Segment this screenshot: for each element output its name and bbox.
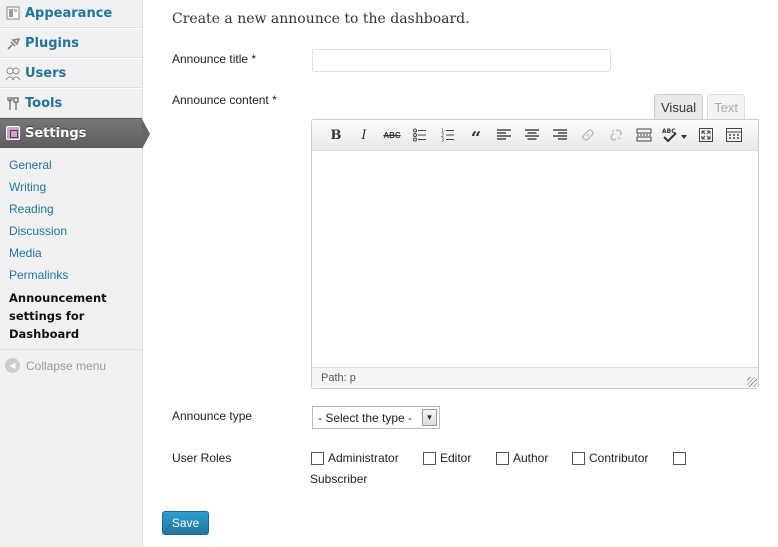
numbered-list-icon[interactable]: 123 [434,124,462,146]
menu-item-users[interactable]: Users [0,58,142,88]
editor-path-bar: Path: p [312,367,758,388]
svg-text:3: 3 [441,138,444,143]
settings-submenu: General Writing Reading Discussion Media… [0,148,142,350]
role-label: Administrator [328,451,399,465]
collapse-menu-button[interactable]: ◀ Collapse menu [0,350,142,381]
submenu-item-general[interactable]: General [9,154,142,176]
admin-sidebar: Appearance Plugins Users Tools Settings … [0,0,150,547]
checkbox[interactable] [311,451,324,465]
menu-label: Settings [25,125,87,141]
announce-title-label: Announce title * [172,52,257,66]
announce-title-input[interactable] [312,49,611,72]
submenu-item-reading[interactable]: Reading [9,198,142,220]
menu-item-plugins[interactable]: Plugins [0,28,142,58]
collapse-arrow-icon: ◀ [5,358,20,373]
checkbox[interactable] [423,451,436,465]
checkbox[interactable] [673,452,686,465]
role-label: Editor [440,451,472,465]
rich-text-editor: B I ABC 123 “ ABC Path: p [311,119,759,389]
collapse-menu-label: Collapse menu [26,358,107,373]
announce-type-selected: - Select the type - [318,410,413,425]
editor-toolbar: B I ABC 123 “ ABC [312,120,758,151]
menu-item-settings[interactable]: Settings [0,118,150,149]
menu-label: Appearance [25,5,113,21]
editor-resize-handle[interactable] [747,377,757,387]
submenu-item-discussion[interactable]: Discussion [9,220,142,242]
settings-icon [5,125,21,141]
unlink-icon[interactable] [602,124,630,146]
announce-content-label: Announce content * [172,93,277,107]
users-icon [5,65,21,81]
main-content: Create a new announce to the dashboard. … [144,0,778,547]
bullet-list-icon[interactable] [406,124,434,146]
submenu-item-media[interactable]: Media [9,242,142,264]
submenu-item-announcement-settings[interactable]: Announcement settings for Dashboard [9,289,142,343]
menu-label: Plugins [25,35,79,51]
bold-icon[interactable]: B [322,124,350,146]
strikethrough-icon[interactable]: ABC [378,124,406,146]
tab-visual[interactable]: Visual [654,94,704,119]
chevron-down-icon: ▼ [422,409,437,426]
role-label: Contributor [589,451,649,465]
menu-item-tools[interactable]: Tools [0,88,142,118]
announce-type-select[interactable]: - Select the type - ▼ [312,406,440,429]
checkbox[interactable] [496,451,509,465]
role-label-subscriber: Subscriber [310,472,368,486]
checkbox[interactable] [572,451,585,465]
appearance-icon [5,5,21,21]
editor-content-area[interactable] [312,151,758,367]
save-button[interactable]: Save [162,511,209,535]
role-checkbox-administrator[interactable]: Administrator [311,451,399,465]
role-label: Author [513,451,549,465]
editor-path: Path: p [321,372,356,384]
align-right-icon[interactable] [546,124,574,146]
align-center-icon[interactable] [518,124,546,146]
role-checkbox-author[interactable]: Author [496,451,548,465]
role-checkbox-subscriber[interactable] [673,452,690,465]
tools-icon [5,95,21,111]
role-checkbox-contributor[interactable]: Contributor [572,451,648,465]
kitchen-sink-icon[interactable] [720,124,748,146]
menu-label: Tools [25,95,63,111]
role-checkbox-editor[interactable]: Editor [423,451,471,465]
link-icon[interactable] [574,124,602,146]
plugin-icon [5,35,21,51]
page-intro: Create a new announce to the dashboard. [172,11,470,27]
editor-tabs: Visual Text [654,94,749,119]
submenu-item-permalinks[interactable]: Permalinks [9,264,142,286]
user-roles-label: User Roles [172,451,232,465]
menu-label: Users [25,65,67,81]
italic-icon[interactable]: I [350,124,378,146]
align-left-icon[interactable] [490,124,518,146]
blockquote-icon[interactable]: “ [462,124,490,149]
fullscreen-icon[interactable] [692,124,720,146]
tab-text[interactable]: Text [707,94,746,119]
spellcheck-icon[interactable]: ABC [658,124,692,146]
announce-type-label: Announce type [172,409,253,423]
more-tag-icon[interactable] [630,124,658,146]
menu-item-appearance[interactable]: Appearance [0,0,142,28]
submenu-item-writing[interactable]: Writing [9,176,142,198]
